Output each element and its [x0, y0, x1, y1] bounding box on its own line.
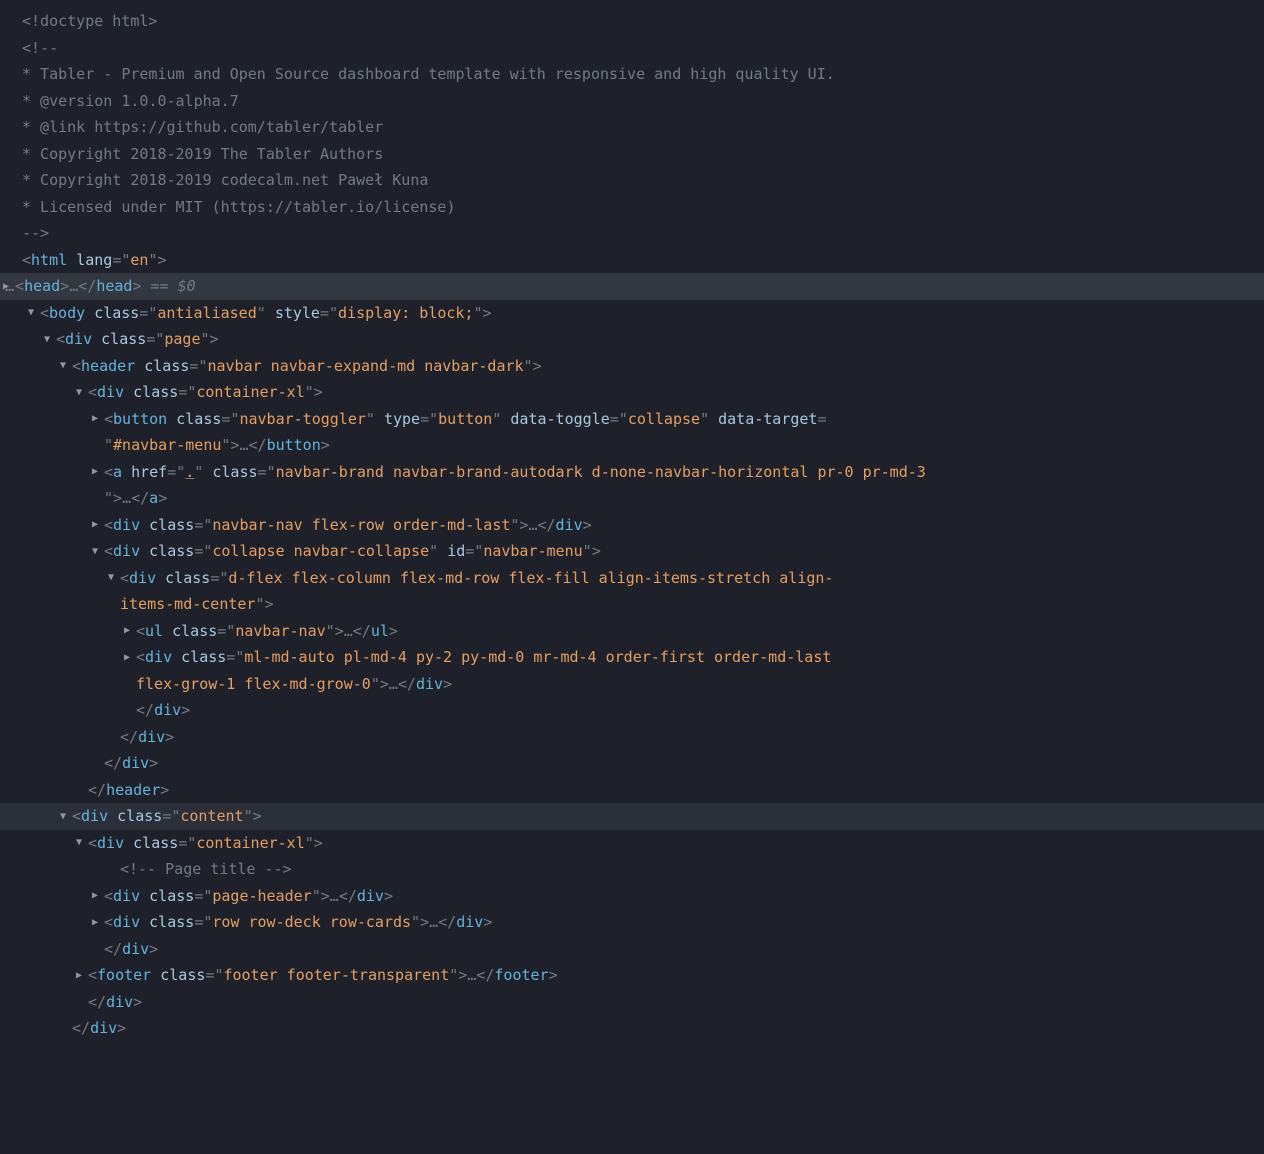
disclosure-triangle-closed-icon[interactable]: ▶ — [92, 883, 104, 909]
a-navbar-brand[interactable]: ▶<a href="." class="navbar-brand navbar-… — [0, 459, 1264, 486]
comment-line[interactable]: ▶* @link https://github.com/tabler/table… — [0, 114, 1264, 141]
close-tag[interactable]: ▶</div> — [0, 724, 1264, 751]
close-tag[interactable]: ▶</div> — [0, 697, 1264, 724]
code-line[interactable]: ▶<!doctype html> — [0, 8, 1264, 35]
code-line-wrap[interactable]: ▶">…</a> — [0, 485, 1264, 512]
disclosure-triangle-open-icon[interactable]: ▼ — [60, 804, 72, 830]
disclosure-triangle-closed-icon[interactable]: ▶ — [124, 618, 136, 644]
disclosure-triangle-closed-icon[interactable]: ▶ — [92, 406, 104, 432]
div-ml-md-auto[interactable]: ▶<div class="ml-md-auto pl-md-4 py-2 py-… — [0, 644, 1264, 671]
disclosure-triangle-closed-icon[interactable]: ▶ — [92, 910, 104, 936]
disclosure-triangle-open-icon[interactable]: ▼ — [92, 539, 104, 565]
footer-tag[interactable]: ▶<footer class="footer footer-transparen… — [0, 962, 1264, 989]
div-navbar-nav-flexrow[interactable]: ▶<div class="navbar-nav flex-row order-m… — [0, 512, 1264, 539]
div-navbar-collapse[interactable]: ▼<div class="collapse navbar-collapse" i… — [0, 538, 1264, 565]
code-line-wrap[interactable]: ▶items-md-center"> — [0, 591, 1264, 618]
comment-line[interactable]: ▶* Copyright 2018-2019 The Tabler Author… — [0, 141, 1264, 168]
code-line-wrap[interactable]: ▶flex-grow-1 flex-md-grow-0">…</div> — [0, 671, 1264, 698]
comment-line[interactable]: ▶* Licensed under MIT (https://tabler.io… — [0, 194, 1264, 221]
disclosure-triangle-open-icon[interactable]: ▼ — [28, 300, 40, 326]
close-tag[interactable]: ▶</div> — [0, 989, 1264, 1016]
head-tag-selected[interactable]: …▶<head>…</head> == $0 — [0, 273, 1264, 300]
button-navbar-toggler[interactable]: ▶<button class="navbar-toggler" type="bu… — [0, 406, 1264, 433]
close-tag[interactable]: ▶</div> — [0, 750, 1264, 777]
disclosure-triangle-closed-icon[interactable]: ▶ — [92, 512, 104, 538]
disclosure-triangle-open-icon[interactable]: ▼ — [76, 830, 88, 856]
header-tag[interactable]: ▼<header class="navbar navbar-expand-md … — [0, 353, 1264, 380]
comment-line[interactable]: ▶* @version 1.0.0-alpha.7 — [0, 88, 1264, 115]
comment-line[interactable]: ▶* Tabler - Premium and Open Source dash… — [0, 61, 1264, 88]
disclosure-triangle-open-icon[interactable]: ▼ — [60, 353, 72, 379]
comment-line[interactable]: ▶* Copyright 2018-2019 codecalm.net Pawe… — [0, 167, 1264, 194]
div-d-flex[interactable]: ▼<div class="d-flex flex-column flex-md-… — [0, 565, 1264, 592]
code-line-wrap[interactable]: ▶"#navbar-menu">…</button> — [0, 432, 1264, 459]
disclosure-triangle-open-icon[interactable]: ▼ — [108, 565, 120, 591]
disclosure-triangle-closed-icon[interactable]: ▶ — [124, 645, 136, 671]
close-header-tag[interactable]: ▶</header> — [0, 777, 1264, 804]
disclosure-triangle-closed-icon[interactable]: ▶ — [3, 274, 15, 300]
devtools-elements-panel: ▶<!doctype html> ▶<!-- ▶* Tabler - Premi… — [0, 0, 1264, 1082]
disclosure-triangle-open-icon[interactable]: ▼ — [44, 327, 56, 353]
ul-navbar-nav[interactable]: ▶<ul class="navbar-nav">…</ul> — [0, 618, 1264, 645]
disclosure-triangle-closed-icon[interactable]: ▶ — [92, 459, 104, 485]
disclosure-triangle-closed-icon[interactable]: ▶ — [76, 963, 88, 989]
close-tag[interactable]: ▶</div> — [0, 1015, 1264, 1042]
div-page[interactable]: ▼<div class="page"> — [0, 326, 1264, 353]
div-container-xl[interactable]: ▼<div class="container-xl"> — [0, 830, 1264, 857]
div-row-deck[interactable]: ▶<div class="row row-deck row-cards">…</… — [0, 909, 1264, 936]
body-tag[interactable]: ▼<body class="antialiased" style="displa… — [0, 300, 1264, 327]
close-tag[interactable]: ▶</div> — [0, 936, 1264, 963]
comment-line[interactable]: ▶<!-- — [0, 35, 1264, 62]
comment-line[interactable]: ▶<!-- Page title --> — [0, 856, 1264, 883]
disclosure-triangle-open-icon[interactable]: ▼ — [76, 380, 88, 406]
div-container-xl[interactable]: ▼<div class="container-xl"> — [0, 379, 1264, 406]
html-tag[interactable]: ▶<html lang="en"> — [0, 247, 1264, 274]
comment-line[interactable]: ▶--> — [0, 220, 1264, 247]
div-page-header[interactable]: ▶<div class="page-header">…</div> — [0, 883, 1264, 910]
div-content-highlighted[interactable]: ▼<div class="content"> — [0, 803, 1264, 830]
